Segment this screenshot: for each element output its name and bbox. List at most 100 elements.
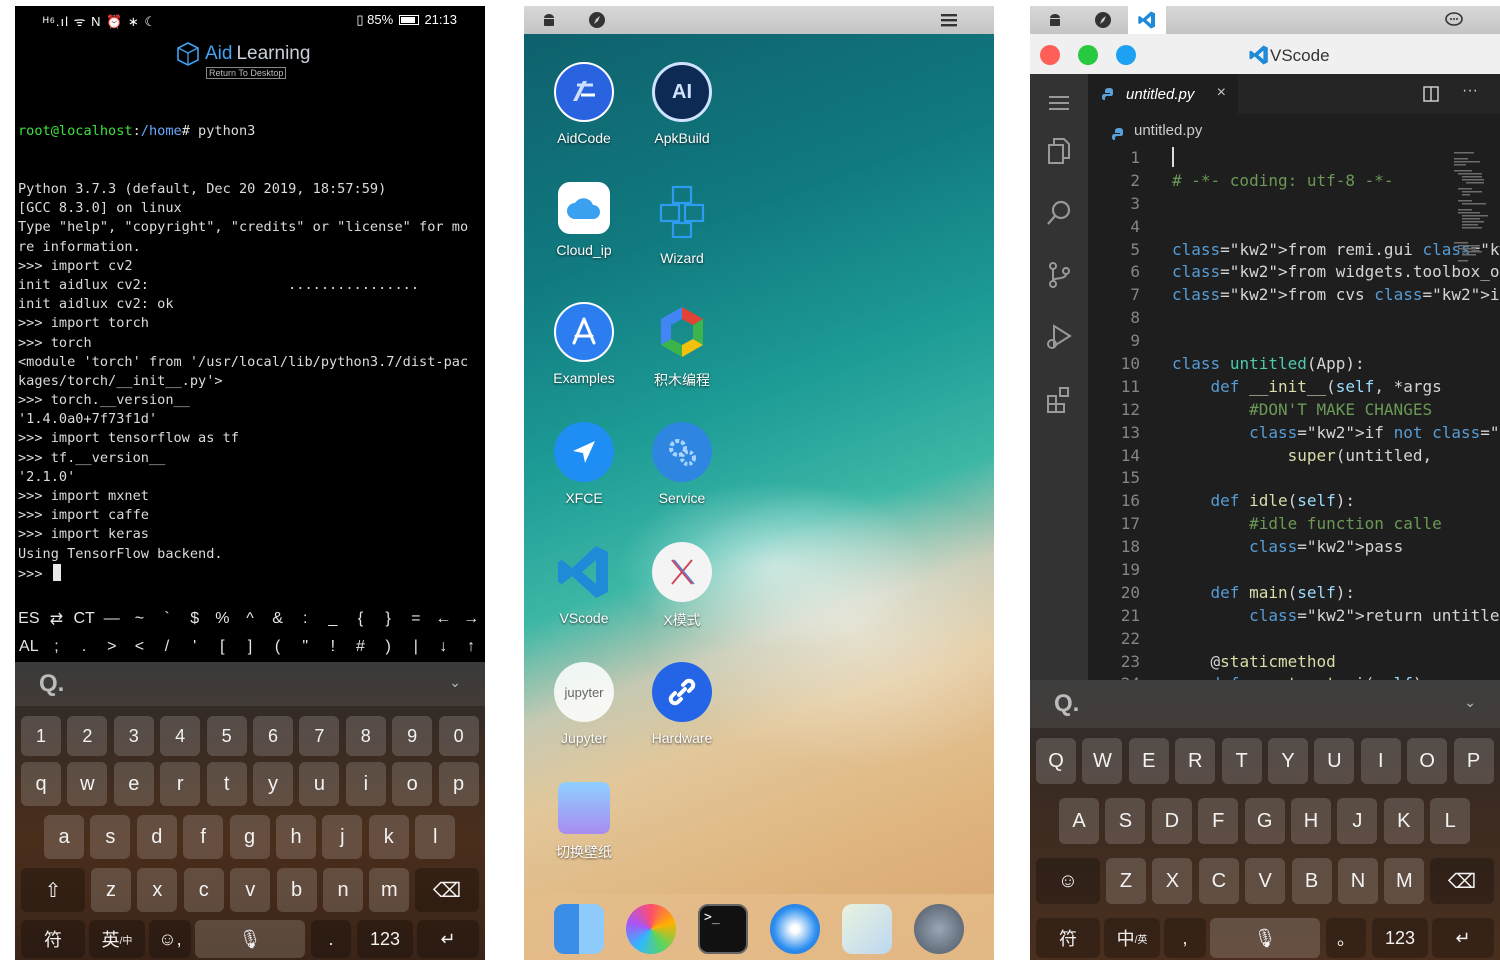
terminal-icon[interactable]: >_ <box>698 904 748 954</box>
key-n[interactable]: n <box>323 868 363 912</box>
extra-key[interactable]: & <box>264 610 292 628</box>
key-k[interactable]: K <box>1383 798 1424 844</box>
launchpad-rocket-icon[interactable] <box>914 904 964 954</box>
shift-key[interactable]: ⇧ <box>21 868 85 912</box>
game-center-icon[interactable] <box>626 904 676 954</box>
key-c[interactable]: C <box>1198 858 1239 904</box>
key-b[interactable]: B <box>1291 858 1332 904</box>
extra-key[interactable]: ; <box>43 638 71 656</box>
key-g[interactable]: g <box>229 815 270 859</box>
key-9[interactable]: 9 <box>392 716 433 756</box>
key-w[interactable]: w <box>67 762 108 806</box>
breadcrumb[interactable]: untitled.py <box>1134 122 1202 139</box>
app-wallpaper[interactable]: 切换壁纸 <box>534 782 634 862</box>
keyboard-search-icon[interactable]: Q. <box>39 670 64 698</box>
minimap[interactable] <box>1452 150 1492 290</box>
extra-key[interactable]: | <box>402 638 430 656</box>
maps-icon[interactable] <box>842 904 892 954</box>
key-s[interactable]: S <box>1105 798 1146 844</box>
extra-key[interactable]: ' <box>181 638 209 656</box>
extra-key[interactable]: ` <box>153 610 181 628</box>
key-z[interactable]: Z <box>1106 858 1146 904</box>
key-1[interactable]: 1 <box>21 716 61 756</box>
extra-key[interactable]: / <box>153 638 181 656</box>
key-p[interactable]: P <box>1453 738 1494 784</box>
finder-icon[interactable] <box>554 904 604 954</box>
key-i[interactable]: i <box>345 762 386 806</box>
key-q[interactable]: Q <box>1036 738 1076 784</box>
key-y[interactable]: Y <box>1268 738 1308 784</box>
split-editor-icon[interactable] <box>1422 85 1440 103</box>
app-cloud-ip[interactable]: Cloud_ip <box>534 182 634 258</box>
code-lines[interactable]: 1 2 # -*- coding: utf-8 -*- 3 4 5 class="kw2">… <box>1088 147 1500 686</box>
extra-key[interactable]: ↑ <box>457 638 485 656</box>
extra-key[interactable]: [ <box>208 638 236 656</box>
app-service[interactable]: Service <box>632 422 732 506</box>
key-u[interactable]: U <box>1314 738 1355 784</box>
app-aidcode[interactable]: AidCode <box>534 62 634 146</box>
key-5[interactable]: 5 <box>206 716 247 756</box>
app-jupyter[interactable]: jupyter Jupyter <box>534 662 634 746</box>
key-k[interactable]: k <box>368 815 409 859</box>
backspace-key[interactable]: ⌫ <box>415 868 479 912</box>
extra-key[interactable]: — <box>98 610 126 628</box>
extra-key[interactable]: CT <box>70 610 98 628</box>
key-j[interactable]: J <box>1337 798 1378 844</box>
hamburger-menu-icon[interactable] <box>1044 88 1074 118</box>
period-key[interactable]: . <box>311 920 351 958</box>
comma-key[interactable]: , <box>1164 918 1206 958</box>
extra-key[interactable]: AL <box>15 638 43 656</box>
key-v[interactable]: v <box>230 868 271 912</box>
extra-key[interactable]: ) <box>374 638 402 656</box>
key-r[interactable]: R <box>1175 738 1216 784</box>
key-a[interactable]: A <box>1059 798 1099 844</box>
emoji-key[interactable]: ☺, <box>149 920 191 958</box>
key-0[interactable]: 0 <box>438 716 479 756</box>
key-v[interactable]: V <box>1245 858 1286 904</box>
key-y[interactable]: y <box>253 762 293 806</box>
app-wizard[interactable]: Wizard <box>632 182 732 266</box>
compass-icon[interactable] <box>1094 11 1112 29</box>
key-s[interactable]: s <box>90 815 131 859</box>
extra-key[interactable]: : <box>291 610 319 628</box>
extra-key[interactable]: ^ <box>236 610 264 628</box>
language-switch-key[interactable]: 中/英 <box>1104 918 1160 958</box>
key-g[interactable]: G <box>1244 798 1285 844</box>
extra-key[interactable]: ( <box>264 638 292 656</box>
search-icon[interactable] <box>1044 198 1074 228</box>
app-hardware[interactable]: Hardware <box>632 662 732 746</box>
enter-key[interactable]: ↵ <box>1432 918 1494 958</box>
key-3[interactable]: 3 <box>113 716 154 756</box>
extra-key[interactable]: ! <box>319 638 347 656</box>
terminal-output[interactable]: root@localhost:/home# python3 Python 3.7… <box>18 84 484 583</box>
tab-untitled-py[interactable]: untitled.py × <box>1088 74 1238 114</box>
extra-key[interactable]: < <box>126 638 154 656</box>
more-actions-icon[interactable]: ··· <box>1462 82 1478 100</box>
key-b[interactable]: b <box>276 868 317 912</box>
key-6[interactable]: 6 <box>253 716 293 756</box>
key-d[interactable]: D <box>1151 798 1192 844</box>
period-key[interactable]: 。 <box>1326 918 1366 958</box>
extra-key[interactable]: . <box>70 638 98 656</box>
key-o[interactable]: o <box>392 762 433 806</box>
key-e[interactable]: e <box>113 762 154 806</box>
extra-key[interactable]: $ <box>181 610 209 628</box>
key-u[interactable]: u <box>299 762 340 806</box>
extra-key[interactable]: ← <box>430 610 458 628</box>
extra-key[interactable]: % <box>208 610 236 628</box>
key-z[interactable]: z <box>91 868 131 912</box>
key-r[interactable]: r <box>160 762 201 806</box>
key-2[interactable]: 2 <box>67 716 108 756</box>
key-t[interactable]: T <box>1221 738 1262 784</box>
key-o[interactable]: O <box>1407 738 1448 784</box>
app-x-mode[interactable]: X模式 <box>632 542 732 630</box>
extra-key[interactable]: ↓ <box>430 638 458 656</box>
extra-key[interactable]: # <box>347 638 375 656</box>
editor-area[interactable]: untitled.py × ··· untitled.py 1 2 # -*- co… <box>1088 74 1500 686</box>
return-to-desktop-button[interactable]: Return To Desktop <box>206 67 287 79</box>
extra-key[interactable]: { <box>347 610 375 628</box>
symbol-key[interactable]: 符 <box>1036 918 1100 958</box>
key-l[interactable]: l <box>415 815 456 859</box>
maximize-window-button[interactable] <box>1078 45 1098 65</box>
explorer-files-icon[interactable] <box>1044 136 1074 166</box>
